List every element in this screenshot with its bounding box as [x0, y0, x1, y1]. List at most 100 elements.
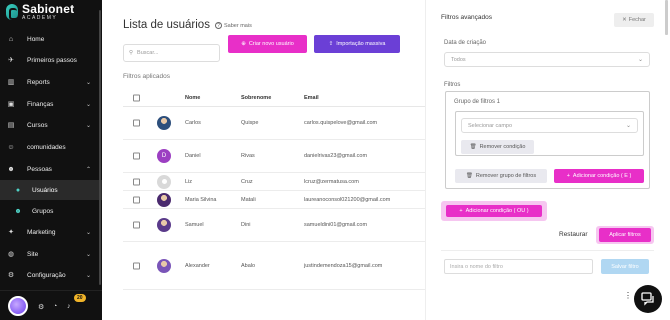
user-group-icon: ☻ — [7, 165, 15, 173]
avatar — [157, 116, 171, 130]
filter-name-placeholder: Insira o nome do filtro — [450, 263, 503, 270]
bulk-import-button[interactable]: ⇪ Importação massiva — [314, 35, 400, 53]
plus-circle-icon: ⊕ — [241, 41, 246, 47]
sidebar-item-2[interactable]: ▥ Reports ⌄ — [0, 72, 102, 92]
table-row[interactable]: Liz Cruz lcruz@zermatusa.com — [123, 173, 425, 191]
sidebar-item-8[interactable]: ☻ Grupos — [0, 201, 102, 221]
help-icon[interactable]: ◔ — [53, 303, 57, 310]
select-all-checkbox[interactable] — [133, 94, 140, 101]
sidebar-item-4[interactable]: ▤ Cursos ⌄ — [0, 115, 102, 135]
chevron-down-icon: ⌄ — [85, 272, 91, 279]
table-row[interactable]: Samuel Dini samueldini01@gmail.com — [123, 209, 425, 242]
cell-email: carlos.quispelove@gmail.com — [304, 120, 378, 126]
settings-icon[interactable]: ⚙ — [38, 303, 44, 311]
sidebar-item-9[interactable]: ✦ Marketing ⌄ — [0, 222, 102, 242]
column-header-name[interactable]: Nome — [185, 95, 200, 101]
sidebar-item-1[interactable]: ✈ Primeiros passos — [0, 50, 102, 70]
table-row[interactable]: Maria Silvina Matali laureanoconsol021200@… — [123, 191, 425, 209]
sidebar: Sabionet ACADEMY ⌂ Home ✈ Primeiros passos ▥… — [0, 0, 102, 320]
panel-title: Filtros avançados — [441, 14, 492, 21]
restore-button[interactable]: Restaurar — [559, 231, 588, 238]
avatar — [157, 258, 171, 273]
sidebar-item-label: Finanças — [27, 100, 54, 108]
notification-badge: 20 — [74, 294, 86, 302]
cell-first-name: Liz — [185, 178, 193, 185]
create-user-button[interactable]: ⊕ Criar novo usuário — [228, 35, 307, 53]
search-input[interactable]: ⚲ Buscar... — [123, 44, 220, 62]
remove-group-button[interactable]: 🗑 Remover grupo de filtros — [455, 169, 547, 183]
sidebar-footer: ⚙ ◔ ♪ 20 — [0, 290, 102, 320]
user-avatar[interactable] — [8, 296, 28, 316]
chevron-down-icon: ⌄ — [85, 229, 91, 236]
sidebar-item-label: Cursos — [27, 121, 48, 129]
chart-icon: ▥ — [7, 79, 15, 86]
bell-icon[interactable]: ♪ — [67, 303, 71, 310]
table-row[interactable]: Carlos Quispe carlos.quispelove@gmail.com — [123, 107, 425, 140]
sidebar-scrollbar[interactable] — [99, 10, 101, 285]
date-label: Data de criação — [444, 40, 487, 46]
filter-name-input[interactable]: Insira o nome do filtro — [444, 259, 593, 274]
remove-condition-button[interactable]: 🗑 Remover condição — [461, 140, 534, 154]
table-row[interactable]: D Daniel Rivas danielrivas23@gmail.com — [123, 140, 425, 173]
add-condition-and-label: Adicionar condição ( E ) — [572, 173, 632, 179]
avatar — [157, 174, 171, 189]
bulk-import-label: Importação massiva — [336, 41, 386, 47]
row-checkbox[interactable] — [133, 262, 140, 269]
sidebar-item-3[interactable]: ▣ Finanças ⌄ — [0, 94, 102, 114]
sidebar-item-7[interactable]: ● Usuários — [0, 180, 102, 200]
field-placeholder: Selecionar campo — [468, 122, 513, 129]
cell-last-name: Abalo — [241, 262, 256, 269]
search-placeholder: Buscar... — [137, 50, 159, 56]
row-checkbox[interactable] — [133, 152, 140, 160]
cell-first-name: Maria Silvina — [185, 196, 217, 203]
brand-logo[interactable]: Sabionet ACADEMY — [6, 3, 74, 21]
panel-scrollbar[interactable] — [665, 0, 668, 35]
save-filter-button[interactable]: Salvar filtro — [601, 259, 649, 274]
help-link[interactable]: ? Saber mais — [215, 22, 252, 29]
row-checkbox[interactable] — [133, 196, 140, 203]
chat-button[interactable] — [634, 285, 662, 313]
avatar — [157, 218, 171, 232]
add-condition-and-button[interactable]: + Adicionar condição ( E ) — [554, 169, 644, 183]
sidebar-item-label: Marketing — [27, 228, 56, 236]
sidebar-item-label: Configuração — [27, 271, 66, 279]
divider — [441, 250, 654, 251]
column-header-email[interactable]: Email — [304, 95, 319, 101]
close-button[interactable]: ✕ Fechar — [614, 13, 654, 27]
plus-icon: + — [566, 173, 570, 179]
chevron-down-icon: ⌄ — [85, 122, 91, 129]
filters-applied-label: Filtros aplicados — [123, 73, 170, 80]
apply-filters-button[interactable]: Aplicar filtros — [596, 226, 654, 244]
main-content: Lista de usuários ? Saber mais ⚲ Buscar.… — [102, 0, 425, 320]
avatar — [157, 192, 171, 207]
logo-icon — [6, 4, 18, 20]
table-row[interactable]: Alexander Abalo justindemendoza15@gmail.co… — [123, 242, 425, 290]
sidebar-item-6[interactable]: ☻ Pessoas ⌃ — [0, 159, 102, 179]
field-select[interactable]: Selecionar campo ⌄ — [461, 118, 638, 133]
people-icon: ☺ — [7, 143, 15, 151]
cell-email: justindemendoza15@gmail.com — [304, 262, 383, 269]
create-user-label: Criar novo usuário — [248, 41, 294, 47]
date-value: Todos — [451, 56, 466, 63]
cell-first-name: Samuel — [185, 222, 204, 228]
cell-last-name: Cruz — [241, 178, 253, 185]
sidebar-item-0[interactable]: ⌂ Home — [0, 29, 102, 49]
upload-icon: ⇪ — [328, 41, 334, 47]
cell-last-name: Rivas — [241, 153, 255, 159]
row-checkbox[interactable] — [133, 178, 140, 185]
row-checkbox[interactable] — [133, 221, 140, 229]
row-checkbox[interactable] — [133, 119, 140, 127]
add-condition-or-inner: + Adicionar condição ( OU ) — [446, 205, 542, 217]
plus-icon: + — [459, 208, 463, 214]
sidebar-item-10[interactable]: ◍ Site ⌄ — [0, 244, 102, 264]
help-text: Saber mais — [224, 22, 252, 29]
chevron-down-icon: ⌄ — [637, 57, 643, 63]
remove-condition-label: Remover condição — [479, 144, 526, 150]
cell-first-name: Carlos — [185, 120, 201, 126]
sidebar-item-5[interactable]: ☺ comunidades — [0, 137, 102, 157]
add-condition-or-button[interactable]: + Adicionar condição ( OU ) — [441, 201, 547, 221]
column-header-surname[interactable]: Sobrenome — [241, 95, 271, 101]
sidebar-item-11[interactable]: ⚙ Configuração ⌄ — [0, 265, 102, 285]
filter-group-title: Grupo de filtros 1 — [454, 99, 501, 105]
date-select[interactable]: Todos ⌄ — [444, 52, 650, 67]
